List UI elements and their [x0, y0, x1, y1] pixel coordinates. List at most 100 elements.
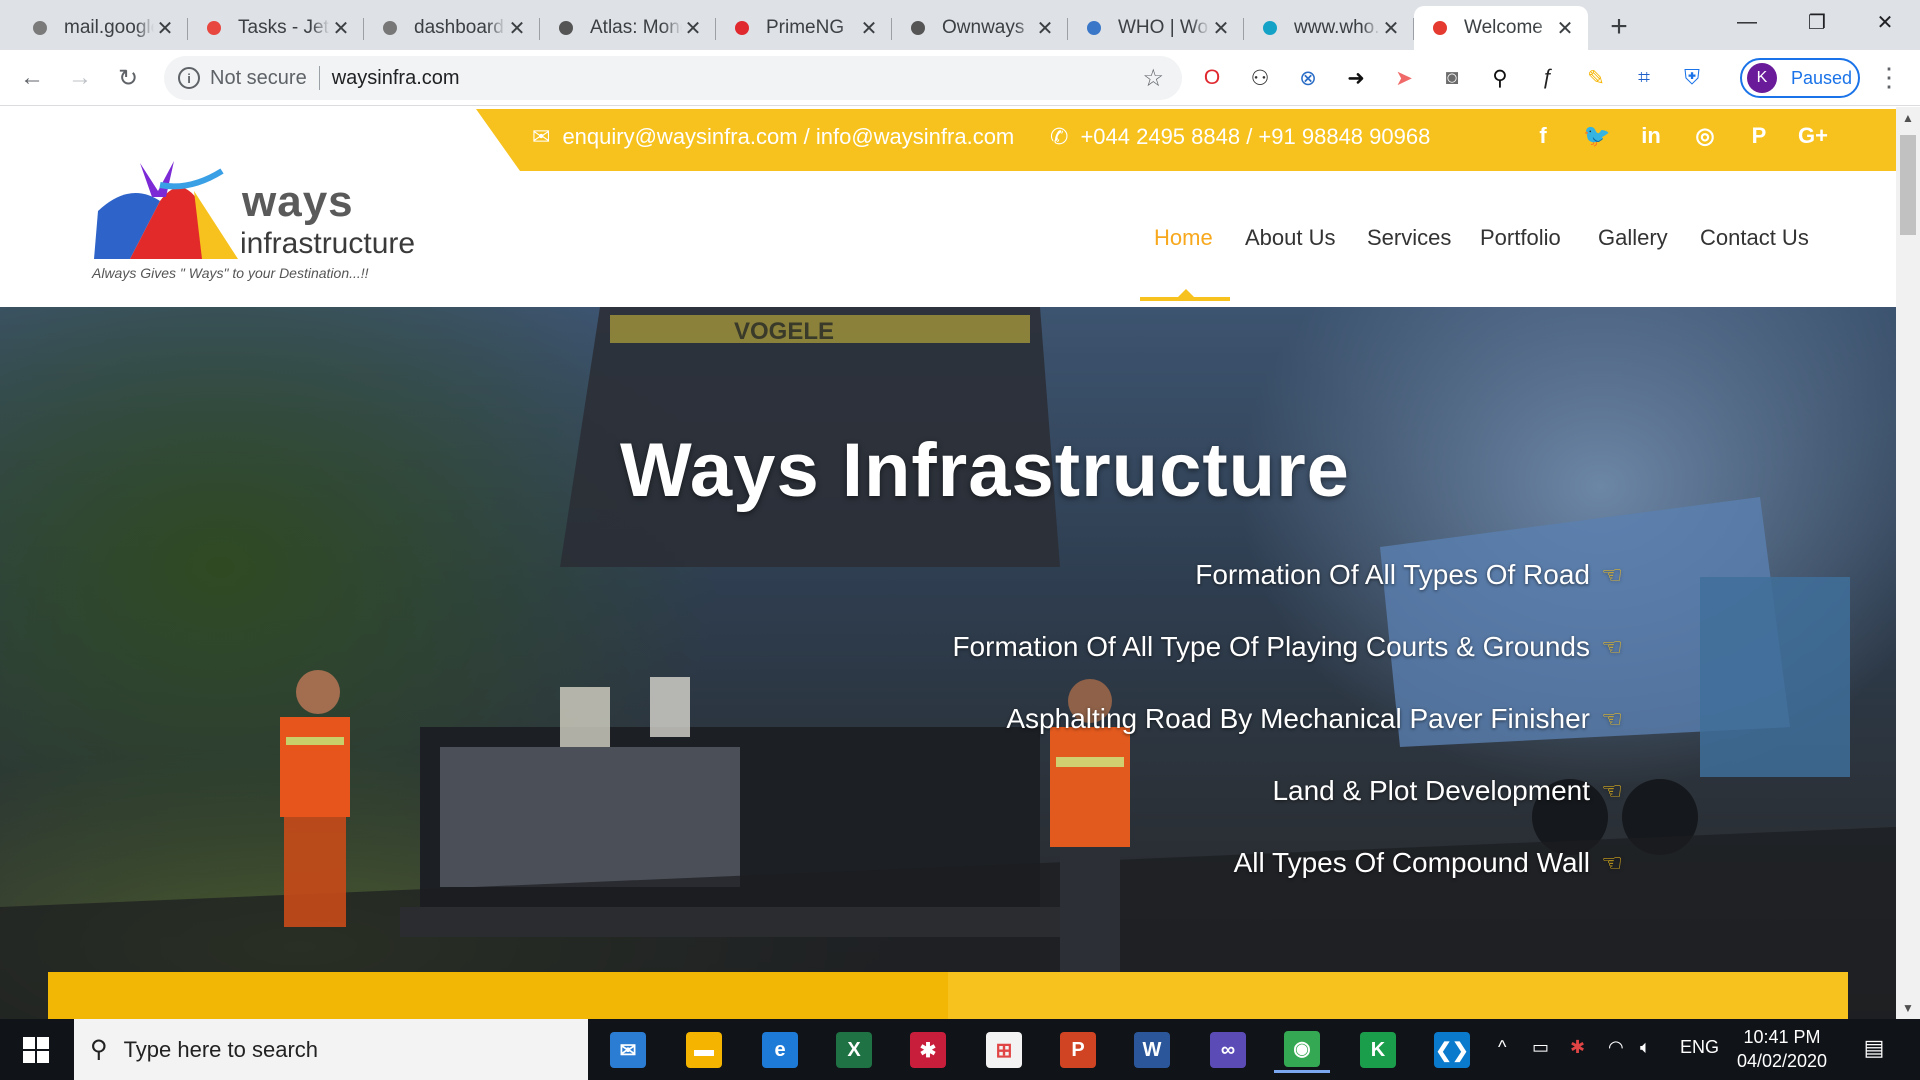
- nav-portfolio[interactable]: Portfolio: [1480, 225, 1561, 251]
- notifications-icon[interactable]: ▤: [1854, 1035, 1894, 1061]
- email-contact[interactable]: ✉ enquiry@waysinfra.com / info@waysinfra…: [532, 124, 1014, 150]
- close-tab-icon[interactable]: ✕: [682, 16, 704, 41]
- taskbar-search[interactable]: ⚲ Type here to search: [74, 1019, 588, 1080]
- tab-title: Tasks - JetBrains: [238, 17, 330, 38]
- tab-7[interactable]: WHO | World✕: [1068, 6, 1244, 50]
- chrome-menu-icon[interactable]: ⋮: [1876, 62, 1902, 93]
- store-icon[interactable]: ⊞: [976, 1027, 1032, 1073]
- cast-icon[interactable]: ➤: [1390, 64, 1418, 92]
- tab-2[interactable]: Tasks - JetBrains✕: [188, 6, 364, 50]
- bookmark-star-icon[interactable]: ☆: [1142, 64, 1164, 93]
- arrow-icon[interactable]: ➜: [1342, 64, 1370, 92]
- tab-title: PrimeNG: [766, 17, 845, 38]
- info-icon[interactable]: i: [178, 67, 200, 89]
- facebook-icon[interactable]: f: [1528, 123, 1558, 149]
- phone-text[interactable]: +044 2495 8848 / +91 98848 90968: [1080, 124, 1430, 150]
- tab-5[interactable]: PrimeNG ✕: [716, 6, 892, 50]
- active-nav-underline: [1140, 297, 1230, 301]
- close-tab-icon[interactable]: ✕: [1554, 16, 1576, 41]
- tab-6[interactable]: Ownways ✕: [892, 6, 1068, 50]
- instagram-icon[interactable]: ◎: [1690, 123, 1720, 149]
- nav-contact-us[interactable]: Contact Us: [1700, 225, 1809, 251]
- paint-app-icon[interactable]: ✱: [900, 1027, 956, 1073]
- shield-check-icon[interactable]: ⛨: [1678, 64, 1706, 92]
- service-item: Formation Of All Types Of Road ☜: [1195, 559, 1626, 591]
- email-text[interactable]: enquiry@waysinfra.com / info@waysinfra.c…: [562, 124, 1014, 150]
- tab-title: mail.google.com: [64, 17, 154, 38]
- tab-3[interactable]: dashboard ✕: [364, 6, 540, 50]
- hero-banner: VOGELE Ways Infrastructure Formation Of: [0, 307, 1896, 1019]
- tab-title: www.who.int: [1294, 17, 1380, 38]
- profile-button[interactable]: K Paused: [1740, 58, 1860, 98]
- scroll-up-arrow-icon[interactable]: ▲: [1896, 111, 1920, 125]
- opera-icon[interactable]: O: [1198, 64, 1226, 92]
- nav-gallery[interactable]: Gallery: [1598, 225, 1668, 251]
- close-tab-icon[interactable]: ✕: [858, 16, 880, 41]
- nav-about-us[interactable]: About Us: [1245, 225, 1336, 251]
- word-icon[interactable]: W: [1124, 1027, 1180, 1073]
- chrome-icon[interactable]: ◉: [1274, 1027, 1330, 1073]
- tab-title: dashboard: [414, 17, 504, 38]
- url-text[interactable]: waysinfra.com: [332, 67, 460, 90]
- tray-app-icon[interactable]: ✱: [1570, 1037, 1585, 1058]
- tab-8[interactable]: www.who.int✕: [1244, 6, 1414, 50]
- contact-strip: ✉ enquiry@waysinfra.com / info@waysinfra…: [476, 109, 1896, 171]
- forward-button[interactable]: →: [64, 62, 96, 94]
- security-label[interactable]: Not secure: [210, 67, 307, 90]
- close-tab-icon[interactable]: ✕: [1034, 16, 1056, 41]
- tab-4[interactable]: Atlas: MongoDB✕: [540, 6, 716, 50]
- zoom-icon[interactable]: ⚲: [1486, 64, 1514, 92]
- phone-contact[interactable]: ✆ +044 2495 8848 / +91 98848 90968: [1050, 124, 1430, 150]
- infinity-app-icon[interactable]: ∞: [1200, 1027, 1256, 1073]
- app-glyph: ▬: [686, 1032, 722, 1068]
- pinterest-icon[interactable]: P: [1744, 123, 1774, 149]
- nav-services[interactable]: Services: [1367, 225, 1451, 251]
- tray-chevron-icon[interactable]: ^: [1498, 1037, 1506, 1058]
- tab-title: WHO | World: [1118, 17, 1210, 38]
- crop-icon[interactable]: ⌗: [1630, 64, 1658, 92]
- googleplus-icon[interactable]: G+: [1798, 123, 1828, 149]
- reload-button[interactable]: ↻: [112, 62, 144, 94]
- site-logo[interactable]: ways infrastructure Always Gives " Ways"…: [90, 151, 420, 281]
- square-icon: [1260, 18, 1280, 38]
- powerpoint-icon[interactable]: P: [1050, 1027, 1106, 1073]
- mail-app-icon[interactable]: ✉: [600, 1027, 656, 1073]
- back-button[interactable]: ←: [16, 62, 48, 94]
- close-window-button[interactable]: ✕: [1850, 0, 1920, 44]
- blocker-icon[interactable]: ⊗: [1294, 64, 1322, 92]
- tab-1[interactable]: mail.google.com✕: [14, 6, 188, 50]
- address-bar[interactable]: i Not secure waysinfra.com ☆: [164, 56, 1182, 100]
- file-explorer-icon[interactable]: ▬: [676, 1027, 732, 1073]
- font-icon[interactable]: ƒ: [1534, 64, 1562, 92]
- minimize-button[interactable]: —: [1712, 0, 1782, 44]
- scroll-down-arrow-icon[interactable]: ▼: [1896, 1001, 1920, 1015]
- nav-home[interactable]: Home: [1154, 225, 1213, 251]
- volume-icon[interactable]: 🔈︎: [1640, 1037, 1651, 1058]
- close-tab-icon[interactable]: ✕: [1380, 16, 1402, 41]
- battery-icon[interactable]: ▭: [1532, 1037, 1549, 1058]
- vscode-icon[interactable]: ❮❯: [1424, 1027, 1480, 1073]
- tab-title: Welcome: [1464, 17, 1543, 38]
- restore-button[interactable]: ❐: [1782, 0, 1852, 44]
- start-button[interactable]: [0, 1019, 72, 1080]
- app-glyph: ∞: [1210, 1032, 1246, 1068]
- kotlin-app-icon[interactable]: K: [1350, 1027, 1406, 1073]
- close-tab-icon[interactable]: ✕: [1210, 16, 1232, 41]
- excel-icon[interactable]: X: [826, 1027, 882, 1073]
- new-tab-button[interactable]: +: [1604, 10, 1634, 44]
- edge-icon[interactable]: e: [752, 1027, 808, 1073]
- binoculars-icon[interactable]: ⚇: [1246, 64, 1274, 92]
- clock[interactable]: 10:41 PM 04/02/2020: [1712, 1025, 1852, 1073]
- close-tab-icon[interactable]: ✕: [154, 16, 176, 41]
- wifi-icon[interactable]: ◠: [1608, 1037, 1624, 1058]
- page-scrollbar[interactable]: ▲ ▼: [1896, 107, 1920, 1019]
- scrollbar-thumb[interactable]: [1900, 135, 1916, 235]
- pencil-icon[interactable]: ✎: [1582, 64, 1610, 92]
- close-tab-icon[interactable]: ✕: [506, 16, 528, 41]
- linkedin-icon[interactable]: in: [1636, 123, 1666, 149]
- twitter-icon[interactable]: 🐦: [1582, 123, 1612, 149]
- search-placeholder[interactable]: Type here to search: [124, 1037, 318, 1063]
- tab-9[interactable]: Welcome ✕: [1414, 6, 1588, 50]
- camera-icon[interactable]: ◙: [1438, 64, 1466, 92]
- close-tab-icon[interactable]: ✕: [330, 16, 352, 41]
